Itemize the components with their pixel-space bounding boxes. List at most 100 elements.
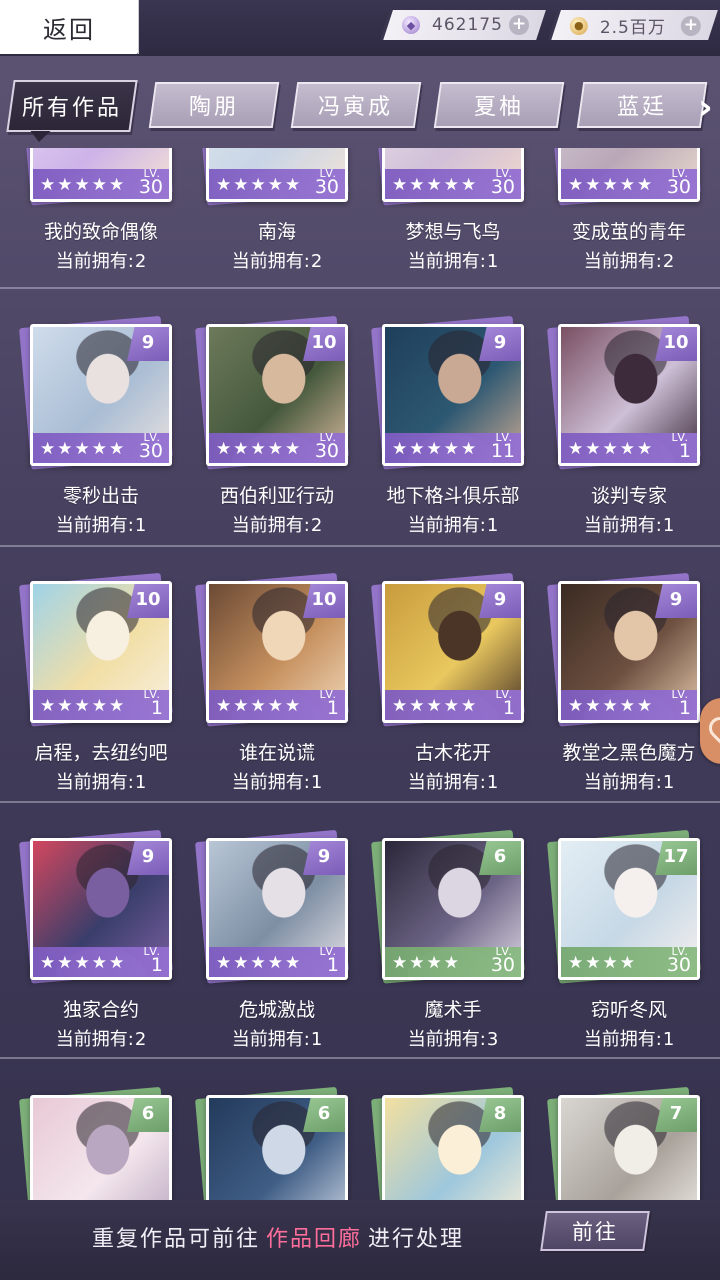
star-icon: ★	[216, 439, 234, 459]
work-card[interactable]: 9 ★★★★★ LV. 30	[19, 315, 173, 470]
card-info-band: ★★★★★ LV. 1	[561, 688, 697, 720]
work-card[interactable]: 9 ★★★★★ LV. 11	[371, 315, 525, 470]
go-button-label: 前往	[572, 1220, 618, 1244]
owned-count: 当前拥有:1	[541, 511, 717, 537]
owned-count: 当前拥有:1	[189, 768, 365, 794]
star-icon: ★	[267, 696, 285, 716]
owned-prefix: 当前拥有:	[407, 772, 486, 793]
work-title: 零秒出击	[62, 485, 139, 507]
work-title: 梦想与飞鸟	[405, 221, 501, 243]
level-value: 30	[490, 176, 515, 198]
star-icon: ★	[216, 696, 234, 716]
work-card[interactable]: 10 ★★★★★ LV. 1	[195, 572, 349, 727]
card-frame: ★★★★★ LV. 30	[558, 148, 700, 202]
owned-prefix: 当前拥有:	[231, 772, 310, 793]
star-rating: ★★★★★	[392, 440, 478, 458]
work-card[interactable]: ★★★★★ LV. 30	[19, 148, 173, 206]
level-value: 30	[314, 440, 339, 462]
owned-count: 当前拥有:3	[365, 1025, 541, 1051]
gallery-link[interactable]: 作品回廊	[266, 1227, 362, 1252]
level-value: 30	[138, 176, 163, 198]
card-frame: 9 ★★★★★ LV. 11	[382, 324, 524, 466]
owned-number: 1	[134, 515, 147, 536]
owned-number: 1	[662, 515, 675, 536]
owned-number: 2	[662, 251, 675, 272]
work-card[interactable]: 9 ★★★★★ LV. 1	[371, 572, 525, 727]
tab-lanting[interactable]: 蓝廷	[576, 82, 708, 128]
owned-count: 当前拥有:2	[189, 247, 365, 273]
back-button[interactable]: 返回	[0, 0, 139, 54]
star-icon: ★	[285, 439, 303, 459]
star-icon: ★	[392, 696, 410, 716]
work-card[interactable]: 6	[19, 1086, 173, 1200]
star-icon: ★	[409, 175, 427, 195]
work-title: 危城激战	[238, 999, 315, 1021]
card-info-band: ★★★★★ LV. 30	[561, 167, 697, 199]
owned-count: 当前拥有:1	[541, 1025, 717, 1051]
card-frame: 10 ★★★★★ LV. 1	[30, 581, 172, 723]
work-card[interactable]: 10 ★★★★★ LV. 1	[19, 572, 173, 727]
chevron-right-icon[interactable]: ›	[698, 90, 718, 130]
work-card[interactable]: ★★★★★ LV. 30	[371, 148, 525, 206]
tab-fengyincheng[interactable]: 冯寅成	[290, 82, 422, 128]
tab-label: 陶朋	[188, 95, 239, 120]
star-icon: ★	[602, 696, 620, 716]
owned-count: 当前拥有:1	[189, 1025, 365, 1051]
work-card[interactable]: 10 ★★★★★ LV. 1	[547, 315, 701, 470]
work-title: 教堂之黑色魔方	[562, 742, 696, 764]
work-card[interactable]: 9 ★★★★★ LV. 1	[19, 829, 173, 984]
owned-number: 1	[486, 515, 499, 536]
card-frame: 9 ★★★★★ LV. 1	[206, 838, 348, 980]
card-frame: 10 ★★★★★ LV. 1	[206, 581, 348, 723]
level-value: 1	[678, 440, 691, 462]
work-card[interactable]: 9 ★★★★★ LV. 1	[547, 572, 701, 727]
add-diamond-button[interactable]: +	[509, 14, 529, 35]
star-icon: ★	[91, 175, 109, 195]
owned-number: 2	[134, 251, 147, 272]
add-gold-button[interactable]: +	[681, 14, 701, 35]
work-card[interactable]: 8	[371, 1086, 525, 1200]
owned-count: 当前拥有:2	[13, 247, 189, 273]
star-icon: ★	[91, 696, 109, 716]
work-card[interactable]: 6	[195, 1086, 349, 1200]
go-button[interactable]: 前往	[540, 1211, 650, 1251]
star-icon: ★	[585, 175, 603, 195]
owned-count: 当前拥有:1	[13, 511, 189, 537]
level-value: 30	[666, 954, 691, 976]
star-rating: ★★★★★	[40, 176, 126, 194]
duplicate-hint: 重复作品可前往 作品回廊 进行处理	[92, 1221, 464, 1253]
star-rating: ★★★★★	[392, 697, 478, 715]
level-value: 11	[490, 440, 515, 462]
side-heart-tab[interactable]	[700, 698, 720, 764]
tab-xiayou[interactable]: 夏柚	[433, 82, 565, 128]
work-card[interactable]: 17 ★★★★ LV. 30	[547, 829, 701, 984]
star-icon: ★	[568, 439, 586, 459]
star-icon: ★	[426, 439, 444, 459]
owned-number: 1	[486, 251, 499, 272]
star-icon: ★	[619, 175, 637, 195]
star-icon: ★	[602, 953, 620, 973]
level-value: 1	[150, 697, 163, 719]
owned-prefix: 当前拥有:	[583, 251, 662, 272]
tab-taopeng[interactable]: 陶朋	[148, 82, 280, 128]
tab-all-works[interactable]: 所有作品	[6, 80, 138, 132]
star-rating: ★★★★★	[392, 176, 478, 194]
star-icon: ★	[602, 175, 620, 195]
work-card[interactable]: 10 ★★★★★ LV. 30	[195, 315, 349, 470]
card-info-band: ★★★★★ LV. 30	[209, 167, 345, 199]
work-card[interactable]: 9 ★★★★★ LV. 1	[195, 829, 349, 984]
star-rating: ★★★★★	[40, 954, 126, 972]
star-icon: ★	[57, 439, 75, 459]
star-icon: ★	[461, 696, 479, 716]
card-frame: 9 ★★★★★ LV. 30	[30, 324, 172, 466]
work-card[interactable]: ★★★★★ LV. 30	[195, 148, 349, 206]
star-icon: ★	[285, 175, 303, 195]
diamond-icon: ◆	[402, 16, 420, 34]
work-card[interactable]: 7	[547, 1086, 701, 1200]
work-card[interactable]: 6 ★★★★ LV. 30	[371, 829, 525, 984]
owned-prefix: 当前拥有:	[583, 1029, 662, 1050]
star-rating: ★★★★★	[216, 176, 302, 194]
diamond-currency: ◆ 462175 +	[380, 10, 546, 40]
star-rating: ★★★★★	[216, 440, 302, 458]
work-card[interactable]: ★★★★★ LV. 30	[547, 148, 701, 206]
